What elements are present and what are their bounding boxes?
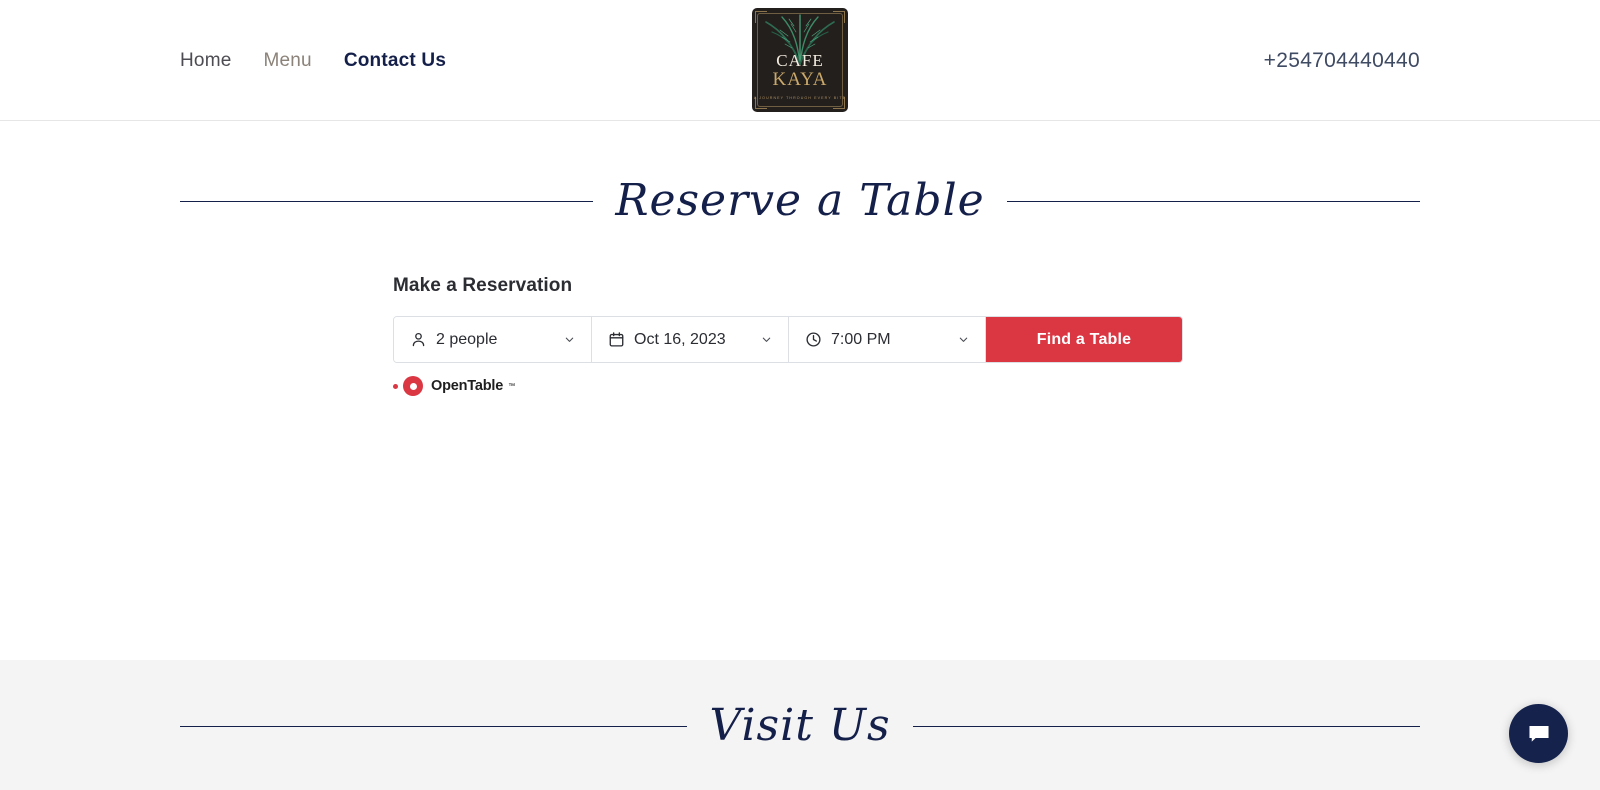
opentable-small-dot-icon	[393, 383, 398, 389]
opentable-wordmark: OpenTable	[431, 378, 504, 394]
visit-us-section: Visit Us	[0, 660, 1600, 790]
primary-navigation: Home Menu Contact Us	[180, 0, 446, 121]
heading-rule-right	[1006, 200, 1420, 202]
find-a-table-button[interactable]: Find a Table	[986, 317, 1182, 362]
reserve-a-table-section: Reserve a Table Make a Reservation 2 peo…	[0, 121, 1600, 660]
site-header: Home Menu Contact Us CAFE KAYA A JOURNEY…	[0, 0, 1600, 121]
visit-heading-row: Visit Us	[0, 700, 1600, 751]
heading-rule-left	[180, 200, 594, 202]
reservation-date-value: Oct 16, 2023	[634, 330, 726, 348]
page-title-visit-us: Visit Us	[709, 700, 891, 751]
visit-heading-wrapper: Visit Us	[0, 660, 1600, 750]
logo-tagline: A JOURNEY THROUGH EVERY BITE	[753, 96, 847, 100]
logo-word-cafe: CAFE	[776, 51, 824, 70]
nav-item-home[interactable]: Home	[180, 50, 231, 72]
chevron-down-icon	[762, 337, 771, 342]
opentable-brand-logo[interactable]: OpenTable ™	[393, 376, 515, 396]
opentable-ring-icon	[403, 376, 423, 396]
reservation-form-bar: 2 people Oct 16, 2023 7:00 PM Find a Tab…	[393, 316, 1183, 363]
chat-bubble-icon	[1528, 725, 1549, 742]
page-title-reserve-a-table: Reserve a Table	[615, 175, 985, 226]
reservation-time-value: 7:00 PM	[831, 330, 891, 348]
cafe-kaya-logo[interactable]: CAFE KAYA A JOURNEY THROUGH EVERY BITE	[752, 8, 848, 112]
person-icon	[412, 332, 425, 347]
party-size-select[interactable]: 2 people	[394, 317, 592, 362]
chat-widget-button[interactable]	[1509, 704, 1568, 763]
reservation-date-select[interactable]: Oct 16, 2023	[592, 317, 789, 362]
reservation-time-select[interactable]: 7:00 PM	[789, 317, 986, 362]
clock-icon	[806, 332, 821, 347]
reserve-heading-row: Reserve a Table	[0, 175, 1600, 226]
header-phone-number[interactable]: +254704440440	[1264, 0, 1420, 121]
logo-word-kaya: KAYA	[772, 69, 828, 90]
chevron-down-icon	[959, 337, 968, 342]
opentable-reservation-widget: Make a Reservation 2 people Oct 16, 2023…	[393, 275, 1183, 396]
make-a-reservation-label: Make a Reservation	[393, 275, 573, 296]
opentable-trademark-symbol: ™	[508, 382, 516, 390]
chevron-down-icon	[565, 337, 574, 342]
heading-rule-left	[180, 725, 688, 727]
nav-item-contact-us[interactable]: Contact Us	[344, 50, 446, 72]
party-size-value: 2 people	[436, 330, 498, 348]
calendar-icon	[609, 332, 624, 347]
reserve-heading-wrapper: Reserve a Table	[0, 121, 1600, 225]
heading-rule-right	[912, 725, 1420, 727]
nav-item-menu[interactable]: Menu	[263, 50, 311, 72]
